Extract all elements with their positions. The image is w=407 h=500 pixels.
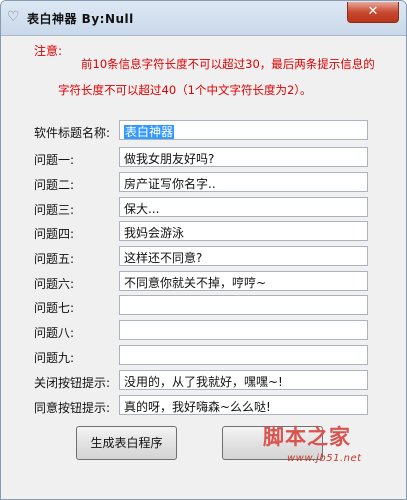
question-3-label: 问题三: bbox=[34, 203, 75, 217]
notice-line-1: 前10条信息字符长度不可以超过30，最后两条提示信息的 bbox=[81, 57, 375, 71]
title-bar: ♡ 表白神器 By:Null ✕ bbox=[1, 1, 406, 36]
question-9-input[interactable] bbox=[119, 345, 368, 365]
question-8-label: 问题八: bbox=[34, 326, 75, 340]
watermark-url: www.jb51.net bbox=[287, 453, 362, 464]
question-5-label: 问题五: bbox=[34, 252, 75, 266]
watermark-text: 脚本之家 bbox=[263, 424, 351, 449]
agree-hint-input[interactable]: 真的呀，我好嗨森~么么哒! bbox=[119, 395, 368, 415]
heart-icon: ♡ bbox=[7, 9, 20, 25]
question-7-label: 问题七: bbox=[34, 301, 75, 315]
watermark: 脚本之家 www.jb51.net bbox=[259, 421, 399, 471]
app-window: ♡ 表白神器 By:Null ✕ 注意: 前10条信息字符长度不可以超过30，最… bbox=[0, 0, 407, 500]
question-3-input[interactable]: 保大... bbox=[119, 197, 368, 217]
title-field-value: 表白神器 bbox=[124, 125, 175, 139]
question-2-label: 问题二: bbox=[34, 178, 75, 192]
title-field-input[interactable]: 表白神器 bbox=[119, 120, 368, 140]
question-6-input[interactable]: 不同意你就关不掉，哼哼~ bbox=[119, 271, 368, 291]
close-hint-input[interactable]: 没用的，从了我就好，嘿嘿~! bbox=[119, 370, 368, 390]
question-5-input[interactable]: 这样还不同意? bbox=[119, 246, 368, 266]
close-button[interactable]: ✕ bbox=[347, 2, 399, 23]
question-1-label: 问题一: bbox=[34, 153, 75, 167]
title-field-label: 软件标题名称: bbox=[34, 126, 111, 140]
question-8-input[interactable] bbox=[119, 320, 368, 340]
question-1-input[interactable]: 做我女朋友好吗? bbox=[119, 147, 368, 167]
notice-label: 注意: bbox=[34, 44, 63, 58]
question-4-input[interactable]: 我妈会游泳 bbox=[119, 221, 368, 241]
generate-button[interactable]: 生成表白程序 bbox=[76, 426, 177, 460]
question-6-label: 问题六: bbox=[34, 277, 75, 291]
close-hint-label: 关闭按钮提示: bbox=[34, 376, 111, 390]
window-title: 表白神器 By:Null bbox=[27, 12, 134, 26]
question-9-label: 问题九: bbox=[34, 351, 75, 365]
question-2-input[interactable]: 房产证写你名字.. bbox=[119, 172, 368, 192]
agree-hint-label: 同意按钮提示: bbox=[34, 401, 111, 415]
question-4-label: 问题四: bbox=[34, 227, 75, 241]
notice-line-2: 字符长度不可以超过40（1个中文字符长度为2）。 bbox=[58, 83, 312, 97]
question-7-input[interactable] bbox=[119, 295, 368, 315]
